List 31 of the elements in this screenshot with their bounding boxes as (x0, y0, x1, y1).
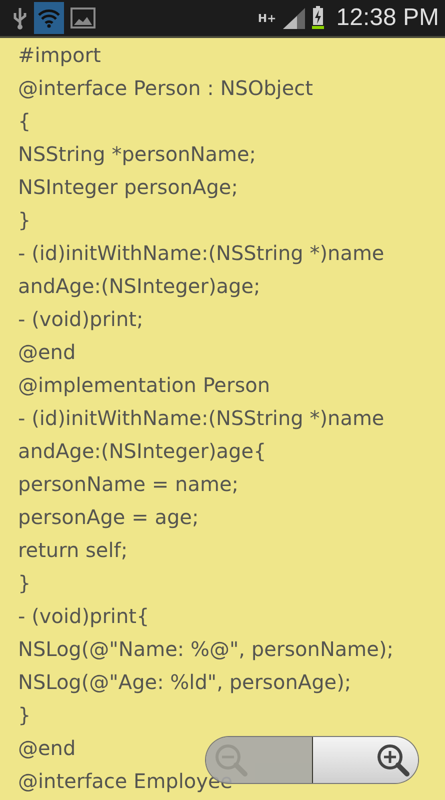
code-line: - (id)initWithName:(NSString *)name (18, 405, 384, 432)
code-line: NSString *personName; (18, 141, 256, 168)
code-line: NSLog(@"Name: %@", personName); (18, 636, 394, 663)
code-line: personName = name; (18, 471, 238, 498)
code-line: #import (18, 42, 101, 69)
code-line: NSInteger personAge; (18, 174, 238, 201)
usb-icon (12, 6, 28, 30)
code-line: - (id)initWithName:(NSString *)name (18, 240, 384, 267)
code-line: @end (18, 339, 76, 366)
battery-charging-icon (312, 6, 324, 30)
signal-icon (282, 7, 306, 29)
code-line: @implementation Person (18, 372, 270, 399)
code-line: personAge = age; (18, 504, 199, 531)
code-line: } (18, 207, 31, 234)
zoom-in-icon (376, 743, 410, 777)
code-line: andAge:(NSInteger)age{ (18, 438, 266, 465)
code-line: @interface Person : NSObject (18, 75, 314, 102)
code-line: return self; (18, 537, 128, 564)
status-time: 12:38 PM (336, 4, 439, 32)
image-icon (70, 6, 96, 30)
code-line: andAge:(NSInteger)age; (18, 273, 260, 300)
code-line: - (void)print{ (18, 603, 150, 630)
network-type-label: H+ (258, 12, 276, 24)
zoom-in-button[interactable] (312, 737, 418, 783)
code-line: - (void)print; (18, 306, 144, 333)
code-line: } (18, 702, 31, 729)
code-line: @interface Employee (18, 768, 233, 795)
code-line: } (18, 570, 31, 597)
code-line: @end (18, 735, 76, 762)
code-line: NSLog(@"Age: %ld", personAge); (18, 669, 352, 696)
code-line: { (18, 108, 31, 135)
